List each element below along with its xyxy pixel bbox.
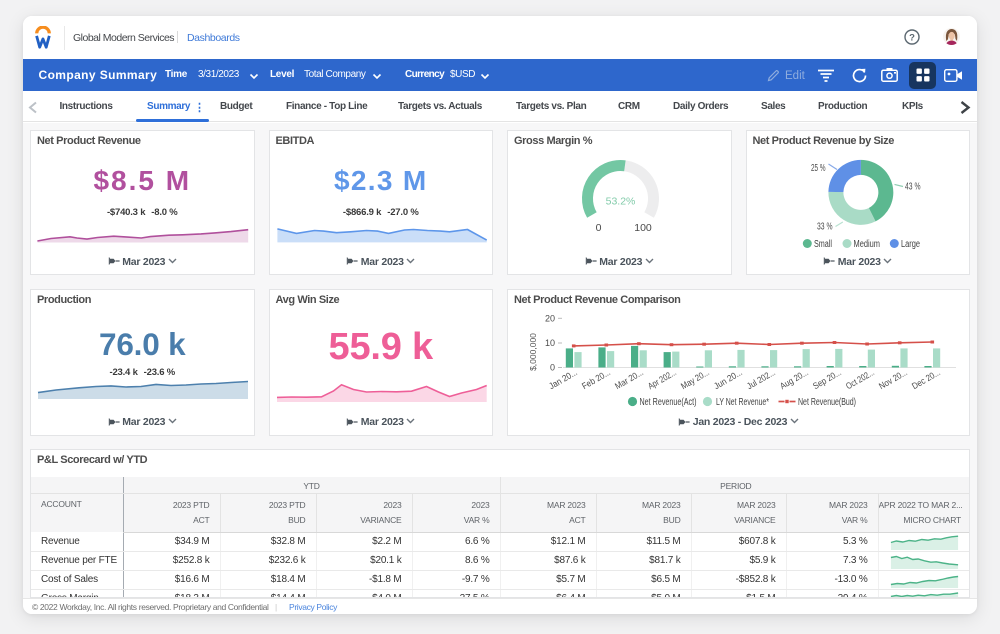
- svg-text:Large: Large: [901, 239, 920, 250]
- svg-text:0: 0: [596, 222, 602, 234]
- svg-text:Mar 20...: Mar 20...: [613, 367, 645, 391]
- svg-text:Medium: Medium: [853, 239, 880, 250]
- svg-text:Feb 20...: Feb 20...: [580, 367, 612, 391]
- svg-text:Dec 20...: Dec 20...: [910, 367, 942, 391]
- svg-text:33 %: 33 %: [817, 221, 833, 232]
- svg-text:Net Revenue(Act): Net Revenue(Act): [640, 397, 697, 408]
- svg-text:Net Revenue(Bud): Net Revenue(Bud): [798, 397, 856, 408]
- svg-text:Sep 20...: Sep 20...: [811, 367, 843, 391]
- svg-text:May 20...: May 20...: [679, 367, 711, 391]
- svg-text:Jul 202...: Jul 202...: [745, 367, 777, 391]
- svg-text:20: 20: [545, 313, 555, 323]
- svg-text:10: 10: [545, 338, 555, 348]
- svg-text:?: ?: [909, 33, 915, 44]
- svg-text:0: 0: [550, 363, 555, 373]
- svg-text:25 %: 25 %: [811, 163, 826, 174]
- svg-text:Aug 20...: Aug 20...: [778, 367, 810, 391]
- svg-text:100: 100: [634, 222, 652, 234]
- svg-text:LY Net Revenue*: LY Net Revenue*: [716, 397, 769, 408]
- svg-text:53.2%: 53.2%: [606, 195, 636, 207]
- svg-text:Apr 202...: Apr 202...: [646, 367, 678, 391]
- svg-text:43 %: 43 %: [905, 181, 921, 192]
- svg-text:Small: Small: [814, 239, 832, 250]
- svg-text:$,000,000: $,000,000: [528, 333, 538, 371]
- svg-text:Nov 20...: Nov 20...: [877, 367, 909, 391]
- svg-text:Jun 20...: Jun 20...: [712, 367, 744, 391]
- svg-text:Oct 202...: Oct 202...: [844, 367, 876, 391]
